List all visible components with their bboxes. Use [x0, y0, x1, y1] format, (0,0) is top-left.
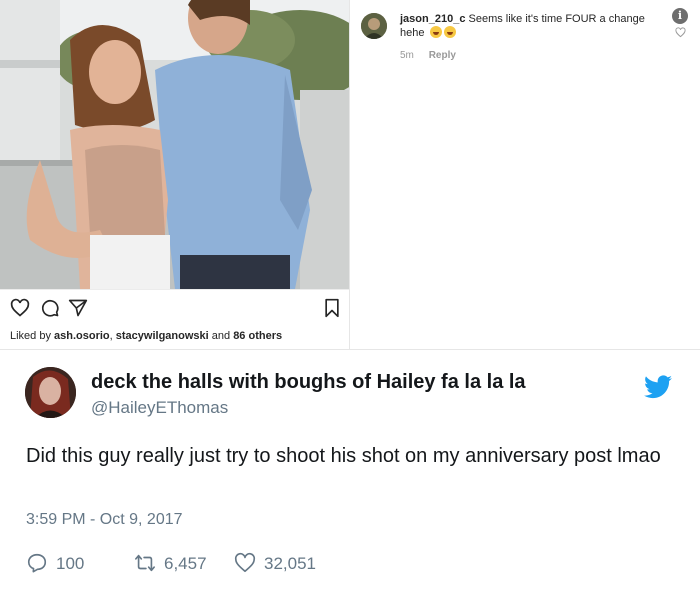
tweet-card: deck the halls with boughs of Hailey fa …	[0, 351, 700, 594]
comment-username[interactable]: jason_210_c	[400, 13, 465, 25]
comment-icon[interactable]	[40, 298, 60, 318]
laughing-emoji-icon	[429, 26, 442, 38]
like-count: 32,051	[264, 554, 316, 573]
comment-text: jason_210_c Seems like it's time FOUR a …	[400, 12, 670, 40]
tweet-display-name[interactable]: deck the halls with boughs of Hailey fa …	[91, 371, 526, 394]
tweet-timestamp[interactable]: 3:59 PM - Oct 9, 2017	[26, 511, 183, 529]
info-icon[interactable]: i	[672, 8, 688, 24]
likes-others-link[interactable]: 86 others	[233, 330, 282, 342]
post-photo[interactable]	[0, 0, 349, 289]
like-icon	[234, 552, 256, 573]
liker-link-2[interactable]: stacywilganowski	[116, 330, 209, 342]
reply-count: 100	[56, 554, 85, 573]
comment-time: 5m	[400, 50, 414, 61]
liker-link-1[interactable]: ash.osorio	[54, 330, 110, 342]
heart-icon[interactable]	[10, 298, 30, 318]
commenter-avatar[interactable]	[361, 13, 387, 39]
twitter-bird-icon[interactable]	[644, 375, 672, 399]
tweet-author-avatar[interactable]	[25, 367, 76, 418]
bookmark-icon[interactable]	[322, 298, 342, 318]
likes-prefix: Liked by	[10, 330, 55, 342]
grinning-emoji-icon	[443, 26, 456, 38]
panel-divider	[349, 0, 350, 350]
likes-summary: Liked by ash.osorio, stacywilganowski an…	[10, 330, 282, 342]
instagram-post: Liked by ash.osorio, stacywilganowski an…	[0, 0, 700, 350]
reply-button[interactable]: Reply	[429, 50, 456, 61]
retweet-count: 6,457	[164, 554, 207, 573]
post-actions-bar: Liked by ash.osorio, stacywilganowski an…	[0, 289, 349, 350]
comment-meta: 5m Reply	[400, 50, 468, 61]
tweet-author-avatar-image	[25, 367, 76, 418]
share-icon[interactable]	[68, 298, 88, 318]
tweet-text: Did this guy really just try to shoot hi…	[26, 445, 661, 467]
retweet-icon	[135, 554, 155, 572]
commenter-avatar-image	[361, 13, 387, 39]
likes-and: and	[208, 330, 234, 342]
comment-heart-icon[interactable]	[675, 27, 686, 38]
reply-icon	[27, 553, 47, 573]
post-photo-image	[0, 0, 349, 289]
tweet-handle[interactable]: @HaileyEThomas	[91, 398, 228, 418]
